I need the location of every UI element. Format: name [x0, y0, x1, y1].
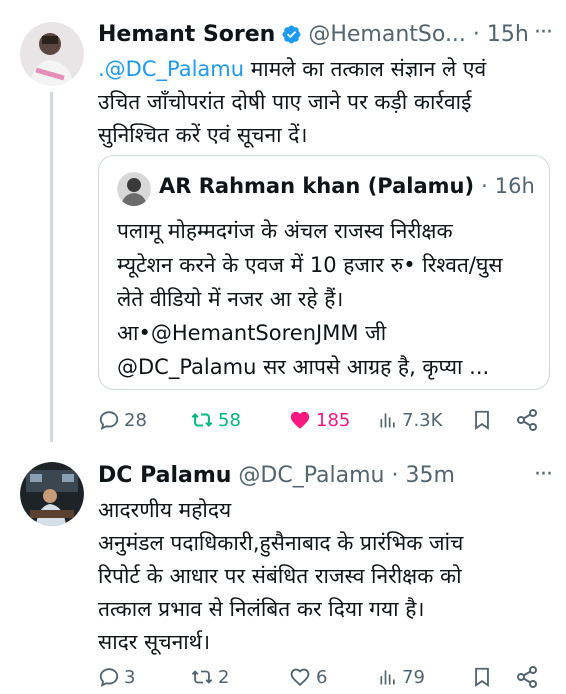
reply-icon: [99, 411, 119, 430]
tweet-text: .@DC_Palamu मामले का तत्काल संज्ञान ले ए…: [98, 53, 538, 152]
quote-text-line: पलामू मोहम्मदगंज के अंचल राजस्व निरीक्षक: [117, 219, 453, 243]
tweet-time[interactable]: 35m: [405, 463, 454, 488]
bookmark-button[interactable]: [471, 662, 493, 692]
quote-text-line: @DC_Palamu सर आपसे आग्रह है, कृप्या ...: [117, 355, 490, 379]
reply-count: 28: [124, 409, 147, 431]
bookmark-button[interactable]: [471, 405, 493, 435]
heart-icon: [290, 411, 310, 429]
avatar[interactable]: [20, 462, 84, 526]
repost-count: 58: [218, 409, 241, 431]
quote-header: AR Rahman khan (Palamu) · 16h: [159, 174, 535, 198]
tweet-dc-palamu[interactable]: DC Palamu @DC_Palamu · 35m ··· आदरणीय मह…: [0, 450, 566, 694]
views-button[interactable]: 79: [378, 662, 425, 692]
repost-icon: [191, 670, 213, 684]
verified-badge-icon[interactable]: [281, 24, 302, 45]
tweet-actions: 3 2 6 79: [98, 662, 548, 692]
like-count: 6: [316, 666, 328, 688]
quote-text-line: लेते वीडियो में नजर आ रहे हैं।: [117, 287, 344, 311]
quote-text-line: आ•@HemantSorenJMM जी: [117, 321, 387, 345]
share-button[interactable]: [515, 662, 539, 692]
more-options-icon[interactable]: ···: [534, 462, 553, 487]
views-icon: [380, 413, 395, 428]
tweet-text-line: उचित जाँचोपरांत दोषी पाए जाने पर कड़ी का…: [98, 90, 472, 114]
quote-text: पलामू मोहम्मदगंज के अंचल राजस्व निरीक्षक…: [117, 214, 537, 384]
tweet-text-line: आदरणीय महोदय: [98, 498, 232, 522]
thread-line: [50, 92, 53, 442]
repost-icon: [191, 413, 213, 427]
quote-time[interactable]: 16h: [495, 174, 535, 198]
tweet-text-line: तत्काल प्रभाव से निलंबित कर दिया गया है।: [98, 597, 425, 621]
tweet-time[interactable]: 15h: [487, 22, 529, 47]
tweet-text: आदरणीय महोदय अनुमंडल पदाधिकारी,हुसैनाबाद…: [98, 494, 548, 659]
tweet-text-line: अनुमंडल पदाधिकारी,हुसैनाबाद के प्रारंभिक…: [98, 531, 464, 555]
tweet-actions: 28 58 185 7.3K: [98, 405, 548, 435]
separator-dot: ·: [481, 174, 488, 198]
quoted-tweet[interactable]: AR Rahman khan (Palamu) · 16h पलामू मोहम…: [98, 155, 550, 390]
repost-button[interactable]: 58: [190, 405, 241, 435]
reply-button[interactable]: 28: [98, 405, 147, 435]
author-name[interactable]: DC Palamu: [98, 463, 231, 488]
share-icon: [517, 409, 537, 431]
reply-icon: [99, 668, 119, 687]
tweet-header: DC Palamu @DC_Palamu · 35m: [98, 460, 455, 490]
views-count: 79: [402, 666, 425, 688]
quote-text-line: म्यूटेशन करने के एवज में 10 हजार रु• रिश…: [117, 253, 503, 277]
like-count: 185: [316, 409, 351, 431]
like-button[interactable]: 6: [288, 662, 327, 692]
share-icon: [517, 666, 537, 688]
more-options-icon[interactable]: ···: [534, 20, 553, 45]
author-handle[interactable]: @HemantSo...: [308, 22, 466, 47]
tweet-text-line: मामले का तत्काल संज्ञान ले एवं: [244, 57, 487, 81]
repost-count: 2: [218, 666, 230, 688]
views-button[interactable]: 7.3K: [378, 405, 442, 435]
author-name[interactable]: Hemant Soren: [98, 22, 275, 47]
repost-button[interactable]: 2: [190, 662, 229, 692]
tweet-text-line: सादर सूचनार्थ।: [98, 630, 211, 654]
share-button[interactable]: [515, 405, 539, 435]
heart-icon: [290, 668, 310, 687]
bookmark-icon: [475, 410, 489, 430]
bookmark-icon: [475, 667, 489, 687]
tweet-header: Hemant Soren @HemantSo... · 15h: [98, 19, 529, 49]
mention-link[interactable]: .@DC_Palamu: [98, 57, 244, 81]
tweet-text-line: सुनिश्चित करें एवं सूचना दें।: [98, 123, 308, 147]
views-icon: [380, 670, 395, 685]
quote-avatar[interactable]: [117, 172, 151, 206]
reply-button[interactable]: 3: [98, 662, 135, 692]
avatar[interactable]: [20, 22, 84, 86]
tweet-text-line: रिपोर्ट के आधार पर संबंधित राजस्व निरीक्…: [98, 564, 462, 588]
author-handle[interactable]: @DC_Palamu: [238, 463, 384, 488]
separator-dot: ·: [391, 462, 399, 488]
tweet-hemant-soren[interactable]: Hemant Soren @HemantSo... · 15h ··· .@DC…: [0, 0, 566, 450]
separator-dot: ·: [472, 21, 480, 47]
views-count: 7.3K: [402, 409, 443, 431]
reply-count: 3: [124, 666, 136, 688]
quote-author-name[interactable]: AR Rahman khan (Palamu): [159, 174, 474, 198]
like-button[interactable]: 185: [288, 405, 350, 435]
